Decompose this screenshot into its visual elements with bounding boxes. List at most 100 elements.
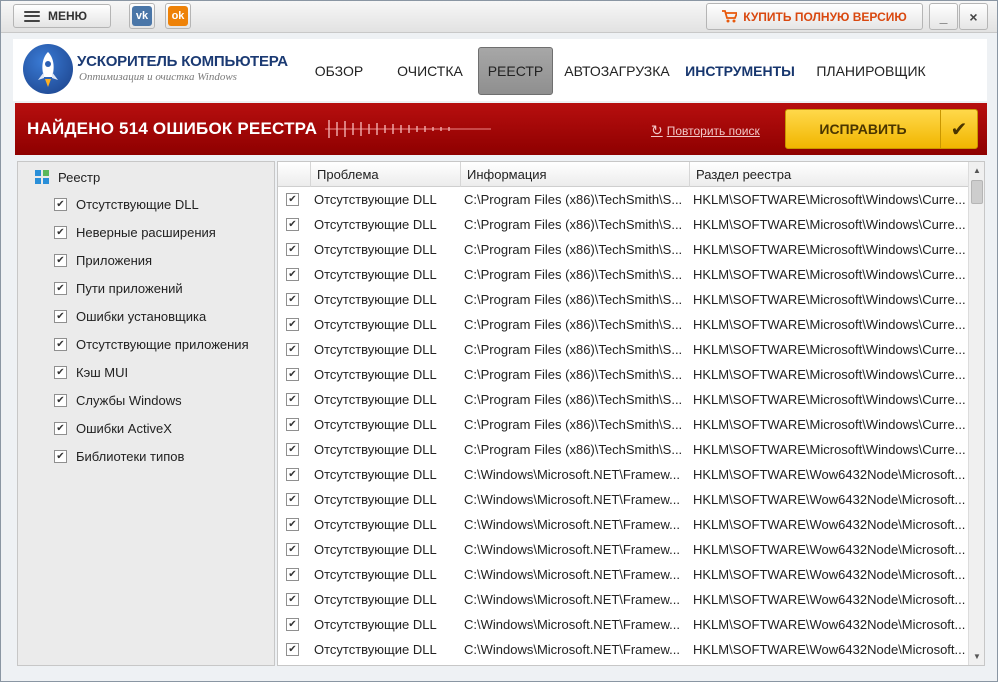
row-checkbox[interactable]: ✔	[286, 293, 299, 306]
cell-info: C:\Program Files (x86)\TechSmith\S...	[464, 342, 683, 357]
category-item[interactable]: ✔ Приложения	[54, 253, 152, 268]
vertical-scrollbar[interactable]: ▲ ▼	[968, 162, 984, 665]
cell-section: HKLM\SOFTWARE\Microsoft\Windows\Curre...	[693, 292, 966, 307]
category-item[interactable]: ✔ Пути приложений	[54, 281, 183, 296]
table-row[interactable]: ✔ Отсутствующие DLL C:\Program Files (x86)…	[278, 337, 968, 362]
category-checkbox[interactable]: ✔	[54, 366, 67, 379]
cell-info: C:\Program Files (x86)\TechSmith\S...	[464, 367, 683, 382]
cell-section: HKLM\SOFTWARE\Microsoft\Windows\Curre...	[693, 317, 966, 332]
table-row[interactable]: ✔ Отсутствующие DLL C:\Windows\Microsoft.N…	[278, 562, 968, 587]
category-checkbox[interactable]: ✔	[54, 198, 67, 211]
table-row[interactable]: ✔ Отсутствующие DLL C:\Windows\Microsoft.N…	[278, 537, 968, 562]
cell-problem: Отсутствующие DLL	[314, 367, 437, 382]
row-checkbox[interactable]: ✔	[286, 418, 299, 431]
category-item[interactable]: ✔ Ошибки ActiveX	[54, 421, 172, 436]
header-section[interactable]: Раздел реестра	[689, 162, 968, 187]
row-checkbox[interactable]: ✔	[286, 493, 299, 506]
table-row[interactable]: ✔ Отсутствующие DLL C:\Windows\Microsoft.N…	[278, 637, 968, 662]
cell-section: HKLM\SOFTWARE\Wow6432Node\Microsoft...	[693, 542, 966, 557]
row-checkbox[interactable]: ✔	[286, 568, 299, 581]
tree-root-label: Реестр	[58, 169, 101, 185]
category-item[interactable]: ✔ Библиотеки типов	[54, 449, 184, 464]
cell-problem: Отсутствующие DLL	[314, 242, 437, 257]
table-row[interactable]: ✔ Отсутствующие DLL C:\Windows\Microsoft.N…	[278, 487, 968, 512]
table-row[interactable]: ✔ Отсутствующие DLL C:\Program Files (x86)…	[278, 362, 968, 387]
cell-info: C:\Program Files (x86)\TechSmith\S...	[464, 217, 683, 232]
row-checkbox[interactable]: ✔	[286, 218, 299, 231]
tab-autorun[interactable]: АВТОЗАГРУЗКА	[559, 47, 675, 95]
minimize-button[interactable]: _	[929, 3, 958, 30]
category-tree: Реестр ✔ Отсутствующие DLL ✔ Неверные расши…	[17, 161, 275, 666]
row-checkbox[interactable]: ✔	[286, 468, 299, 481]
checkmark-icon: ✔	[940, 110, 977, 148]
category-item[interactable]: ✔ Ошибки установщика	[54, 309, 206, 324]
row-checkbox[interactable]: ✔	[286, 193, 299, 206]
vk-button[interactable]: vk	[129, 3, 155, 29]
row-checkbox[interactable]: ✔	[286, 593, 299, 606]
category-label: Службы Windows	[76, 393, 182, 408]
table-row[interactable]: ✔ Отсутствующие DLL C:\Program Files (x86)…	[278, 387, 968, 412]
table-row[interactable]: ✔ Отсутствующие DLL C:\Program Files (x86)…	[278, 312, 968, 337]
row-checkbox[interactable]: ✔	[286, 618, 299, 631]
buy-full-version-button[interactable]: КУПИТЬ ПОЛНУЮ ВЕРСИЮ	[706, 3, 923, 30]
table-row[interactable]: ✔ Отсутствующие DLL C:\Windows\Microsoft.N…	[278, 512, 968, 537]
row-checkbox[interactable]: ✔	[286, 343, 299, 356]
row-checkbox[interactable]: ✔	[286, 318, 299, 331]
table-row[interactable]: ✔ Отсутствующие DLL C:\Windows\Microsoft.N…	[278, 462, 968, 487]
row-checkbox[interactable]: ✔	[286, 243, 299, 256]
menu-button[interactable]: МЕНЮ	[13, 4, 111, 28]
fix-button[interactable]: ИСПРАВИТЬ ✔	[785, 109, 978, 149]
category-item[interactable]: ✔ Кэш MUI	[54, 365, 128, 380]
scroll-down-icon[interactable]: ▼	[969, 648, 984, 664]
category-checkbox[interactable]: ✔	[54, 422, 67, 435]
header-problem[interactable]: Проблема	[310, 162, 460, 187]
tab-cleanup[interactable]: ОЧИСТКА	[389, 47, 471, 95]
table-row[interactable]: ✔ Отсутствующие DLL C:\Program Files (x86)…	[278, 212, 968, 237]
cell-problem: Отсутствующие DLL	[314, 467, 437, 482]
category-checkbox[interactable]: ✔	[54, 310, 67, 323]
category-checkbox[interactable]: ✔	[54, 226, 67, 239]
row-checkbox[interactable]: ✔	[286, 543, 299, 556]
category-checkbox[interactable]: ✔	[54, 338, 67, 351]
buy-label: КУПИТЬ ПОЛНУЮ ВЕРСИЮ	[743, 9, 907, 24]
row-checkbox[interactable]: ✔	[286, 393, 299, 406]
category-checkbox[interactable]: ✔	[54, 254, 67, 267]
close-button[interactable]: ×	[959, 3, 988, 30]
row-checkbox[interactable]: ✔	[286, 518, 299, 531]
table-row[interactable]: ✔ Отсутствующие DLL C:\Program Files (x86)…	[278, 437, 968, 462]
tab-overview[interactable]: ОБЗОР	[303, 47, 375, 95]
table-row[interactable]: ✔ Отсутствующие DLL C:\Program Files (x86)…	[278, 237, 968, 262]
category-item[interactable]: ✔ Отсутствующие DLL	[54, 197, 199, 212]
category-checkbox[interactable]: ✔	[54, 282, 67, 295]
tab-registry[interactable]: РЕЕСТР	[478, 47, 553, 95]
header-info[interactable]: Информация	[460, 162, 689, 187]
vk-icon: vk	[132, 6, 152, 26]
category-checkbox[interactable]: ✔	[54, 450, 67, 463]
table-row[interactable]: ✔ Отсутствующие DLL C:\Program Files (x86)…	[278, 287, 968, 312]
table-header: Проблема Информация Раздел реестра	[278, 162, 968, 187]
category-item[interactable]: ✔ Службы Windows	[54, 393, 182, 408]
row-checkbox[interactable]: ✔	[286, 643, 299, 656]
category-item[interactable]: ✔ Отсутствующие приложения	[54, 337, 249, 352]
row-checkbox[interactable]: ✔	[286, 443, 299, 456]
table-row[interactable]: ✔ Отсутствующие DLL C:\Windows\Microsoft.N…	[278, 612, 968, 637]
table-row[interactable]: ✔ Отсутствующие DLL C:\Program Files (x86)…	[278, 262, 968, 287]
cell-problem: Отсутствующие DLL	[314, 567, 437, 582]
category-item[interactable]: ✔ Неверные расширения	[54, 225, 216, 240]
tab-tools[interactable]: ИНСТРУМЕНТЫ	[681, 47, 799, 95]
row-checkbox[interactable]: ✔	[286, 268, 299, 281]
tab-scheduler[interactable]: ПЛАНИРОВЩИК	[809, 47, 933, 95]
table-row[interactable]: ✔ Отсутствующие DLL C:\Windows\Microsoft.N…	[278, 587, 968, 612]
cell-section: HKLM\SOFTWARE\Microsoft\Windows\Curre...	[693, 442, 966, 457]
ok-button[interactable]: ok	[165, 3, 191, 29]
scroll-up-icon[interactable]: ▲	[969, 162, 984, 178]
tree-root-registry[interactable]: Реестр	[34, 169, 100, 185]
table-row[interactable]: ✔ Отсутствующие DLL C:\Program Files (x86)…	[278, 187, 968, 212]
refresh-icon: ↻	[651, 122, 663, 138]
category-checkbox[interactable]: ✔	[54, 394, 67, 407]
hamburger-icon	[24, 10, 40, 22]
retry-scan-link[interactable]: ↻ Повторить поиск	[651, 122, 760, 139]
scrollbar-thumb[interactable]	[971, 180, 983, 204]
row-checkbox[interactable]: ✔	[286, 368, 299, 381]
table-row[interactable]: ✔ Отсутствующие DLL C:\Program Files (x86)…	[278, 412, 968, 437]
